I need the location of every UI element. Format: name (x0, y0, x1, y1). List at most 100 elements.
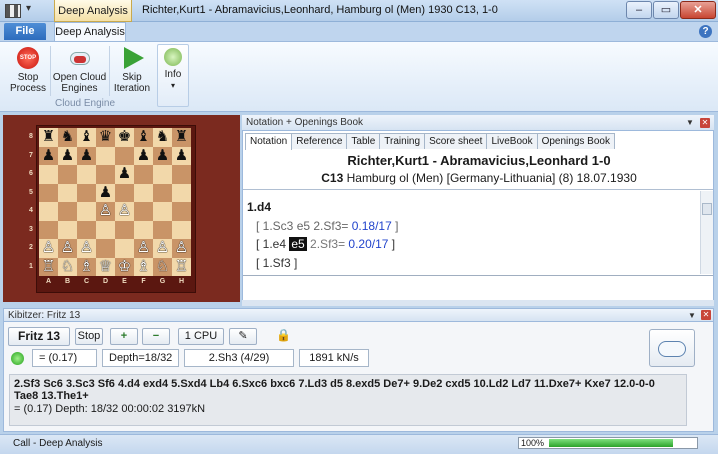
board-square[interactable]: ♟ (58, 146, 77, 165)
engine-stop-button[interactable]: Stop (75, 328, 103, 345)
board-square[interactable]: ♗ (77, 257, 96, 276)
board-square[interactable] (172, 183, 191, 202)
panel-splitter[interactable] (242, 300, 714, 306)
tab-score-sheet[interactable]: Score sheet (424, 133, 488, 149)
board-square[interactable] (134, 202, 153, 221)
tab-file[interactable]: File (4, 23, 46, 40)
board-square[interactable] (58, 165, 77, 184)
board-square[interactable] (172, 202, 191, 221)
board-square[interactable] (115, 239, 134, 258)
board-square[interactable]: ♟ (134, 146, 153, 165)
board-square[interactable]: ♟ (153, 146, 172, 165)
main-move[interactable]: 1.d4 (247, 200, 271, 214)
board-square[interactable]: ♙ (153, 239, 172, 258)
board-square[interactable] (39, 202, 58, 221)
board-square[interactable]: ♙ (172, 239, 191, 258)
board-square[interactable]: ♘ (58, 257, 77, 276)
edit-icon[interactable]: ✎ (229, 328, 257, 345)
board-square[interactable] (134, 183, 153, 202)
current-move-highlight[interactable]: e5 (289, 237, 307, 251)
variation-line[interactable]: [ 1.Sc3 e5 2.Sf3= 0.18/17 ] (256, 219, 398, 233)
principal-variation-box[interactable]: 2.Sf3 Sc6 3.Sc3 Sf6 4.d4 exd4 5.Sxd4 Lb4… (9, 374, 687, 426)
tab-reference[interactable]: Reference (291, 133, 348, 149)
board-square[interactable] (153, 202, 172, 221)
board-square[interactable]: ♟ (172, 146, 191, 165)
variation-line[interactable]: [ 1.Sf3 ] (256, 256, 297, 270)
board-square[interactable] (172, 165, 191, 184)
chess-board[interactable]: ♜ ♞ ♝ ♛ ♚ ♝ ♞ ♜ ♟ ♟ ♟ ♟ ♟ ♟ ♟ ♟ ♙ ♙ ♙ ♙ ♙ ♙ ♙ ♙ ♖ ♘ ♗ ♕ ♔ ♗ ♘ ♖ 8 7 6 5 4 3 2 1… (29, 128, 191, 285)
tab-table[interactable]: Table (346, 133, 381, 149)
board-square[interactable] (39, 165, 58, 184)
lock-icon[interactable]: 🔒 (276, 328, 291, 342)
remove-line-button[interactable]: − (142, 328, 170, 345)
tab-deep-analysis[interactable]: Deep Analysis (54, 22, 126, 42)
panel-close-icon[interactable]: ✕ (701, 310, 711, 320)
board-square[interactable]: ♝ (134, 128, 153, 147)
board-square[interactable] (153, 165, 172, 184)
board-square[interactable]: ♟ (77, 146, 96, 165)
panel-menu-icon[interactable]: ▼ (688, 309, 696, 322)
board-square[interactable] (96, 165, 115, 184)
board-square[interactable]: ♔ (115, 257, 134, 276)
skip-iteration-button[interactable]: Skip Iteration (112, 45, 152, 94)
board-square[interactable] (153, 183, 172, 202)
tab-livebook[interactable]: LiveBook (486, 133, 538, 149)
board-square[interactable]: ♘ (153, 257, 172, 276)
board-square[interactable]: ♟ (96, 183, 115, 202)
variation-line[interactable]: [ 1.e4 e5 2.Sf3= 0.20/17 ] (256, 237, 395, 251)
board-square[interactable] (96, 239, 115, 258)
board-square[interactable]: ♟ (115, 165, 134, 184)
info-button[interactable]: Info ▾ (157, 44, 189, 107)
board-square[interactable] (172, 220, 191, 239)
board-square[interactable] (115, 146, 134, 165)
add-line-button[interactable]: + (110, 328, 138, 345)
close-button[interactable]: ✕ (680, 1, 716, 19)
stop-process-button[interactable]: STOP Stop Process (8, 45, 48, 94)
board-square[interactable] (77, 220, 96, 239)
app-icon[interactable] (5, 4, 21, 18)
board-square[interactable]: ♚ (115, 128, 134, 147)
board-square[interactable]: ♟ (39, 146, 58, 165)
board-square[interactable]: ♙ (96, 202, 115, 221)
minimize-button[interactable]: – (626, 1, 652, 19)
board-square[interactable] (77, 165, 96, 184)
board-square[interactable] (39, 220, 58, 239)
maximize-button[interactable]: ▭ (653, 1, 679, 19)
board-square[interactable]: ♙ (134, 239, 153, 258)
board-square[interactable]: ♙ (58, 239, 77, 258)
help-icon[interactable]: ? (699, 25, 712, 38)
board-square[interactable]: ♕ (96, 257, 115, 276)
board-square[interactable] (77, 183, 96, 202)
tab-training[interactable]: Training (379, 133, 426, 149)
open-cloud-engines-button[interactable]: Open Cloud Engines (52, 45, 107, 94)
board-square[interactable] (115, 183, 134, 202)
board-square[interactable] (134, 220, 153, 239)
cpu-button[interactable]: 1 CPU (178, 328, 224, 345)
board-square[interactable]: ♛ (96, 128, 115, 147)
quick-access-arrow-icon[interactable]: ▾ (26, 3, 31, 14)
board-square[interactable]: ♜ (172, 128, 191, 147)
board-square[interactable] (58, 202, 77, 221)
board-square[interactable]: ♙ (77, 239, 96, 258)
board-square[interactable] (115, 220, 134, 239)
board-square[interactable] (96, 146, 115, 165)
tab-openings-book[interactable]: Openings Book (536, 133, 615, 149)
board-square[interactable]: ♜ (39, 128, 58, 147)
board-square[interactable] (39, 183, 58, 202)
board-square[interactable] (58, 183, 77, 202)
board-square[interactable]: ♞ (58, 128, 77, 147)
board-square[interactable]: ♞ (153, 128, 172, 147)
board-square[interactable] (77, 202, 96, 221)
engine-name-button[interactable]: Fritz 13 (8, 327, 70, 346)
board-square[interactable]: ♖ (39, 257, 58, 276)
board-square[interactable] (134, 165, 153, 184)
scrollbar-thumb[interactable] (702, 203, 712, 215)
board-square[interactable]: ♗ (134, 257, 153, 276)
board-square[interactable]: ♝ (77, 128, 96, 147)
board-square[interactable] (153, 220, 172, 239)
board-square[interactable]: ♖ (172, 257, 191, 276)
panel-close-icon[interactable]: ✕ (700, 118, 710, 128)
board-square[interactable]: ♙ (39, 239, 58, 258)
tab-notation[interactable]: Notation (245, 133, 293, 150)
board-square[interactable]: ♙ (115, 202, 134, 221)
